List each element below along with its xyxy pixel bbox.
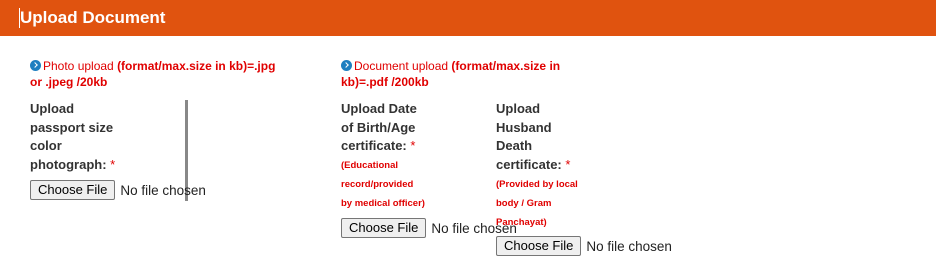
document-format-text: (format/max.size in: [451, 59, 561, 73]
husband-file-input[interactable]: Choose File No file chosen: [496, 236, 672, 256]
photo-file-input[interactable]: Choose File No file chosen: [30, 180, 206, 200]
photo-label-line: passport size: [30, 119, 114, 135]
husband-label-line: Upload: [496, 101, 541, 116]
photo-file-status: No file chosen: [120, 182, 206, 198]
photo-size-text: or .jpeg /20kb: [30, 75, 108, 89]
page-title: Upload Document: [20, 8, 166, 27]
photo-format-text: (format/max.size in kb)=.jpg: [117, 59, 276, 73]
document-heading-text: Document upload: [354, 59, 452, 73]
birth-certificate-note: (Educational record/provided by medical …: [341, 156, 491, 213]
photo-label-line: Upload: [30, 101, 75, 116]
document-upload-heading: Document upload (format/max.size in kb)=…: [341, 58, 581, 90]
birth-label-line: Upload Date: [341, 101, 417, 116]
husband-label-line: Death: [496, 138, 533, 153]
required-mark: *: [565, 156, 571, 172]
photo-heading-text: Photo upload: [43, 59, 118, 73]
photo-choose-file-button[interactable]: Choose File: [30, 180, 116, 200]
husband-choose-file-button[interactable]: Choose File: [496, 236, 582, 256]
photo-field-label: Upload passport size color photograph: *: [30, 100, 180, 174]
husband-death-certificate-note: (Provided by local body / Gram Panchayat…: [496, 175, 646, 232]
info-arrow-icon: [30, 60, 41, 71]
document-size-text: kb)=.pdf /200kb: [341, 75, 429, 89]
husband-label-line: certificate:: [496, 156, 562, 172]
birth-label-line: certificate:: [341, 138, 407, 153]
birth-note-line: (Educational: [341, 160, 399, 171]
photo-label-line: color: [30, 138, 62, 153]
husband-note-line: Panchayat): [496, 217, 547, 228]
required-mark: *: [410, 138, 416, 153]
required-mark: *: [110, 156, 116, 172]
birth-note-line: record/provided: [341, 179, 414, 190]
photo-label-line: photograph:: [30, 156, 107, 172]
birth-certificate-label: Upload Date of Birth/Age certificate: *: [341, 100, 491, 156]
birth-label-line: of Birth/Age: [341, 119, 416, 135]
info-arrow-icon: [341, 60, 352, 71]
husband-file-status: No file chosen: [586, 238, 672, 254]
husband-note-line: (Provided by local: [496, 179, 578, 190]
birth-file-input[interactable]: Choose File No file chosen: [341, 218, 517, 238]
husband-note-line: body / Gram: [496, 198, 552, 209]
birth-note-line: by medical officer): [341, 198, 425, 209]
page-header: Upload Document: [0, 0, 936, 36]
husband-label-line: Husband: [496, 119, 552, 135]
photo-upload-heading: Photo upload (format/max.size in kb)=.jp…: [30, 58, 290, 90]
husband-death-certificate-label: Upload Husband Death certificate: *: [496, 100, 646, 174]
birth-choose-file-button[interactable]: Choose File: [341, 218, 427, 238]
